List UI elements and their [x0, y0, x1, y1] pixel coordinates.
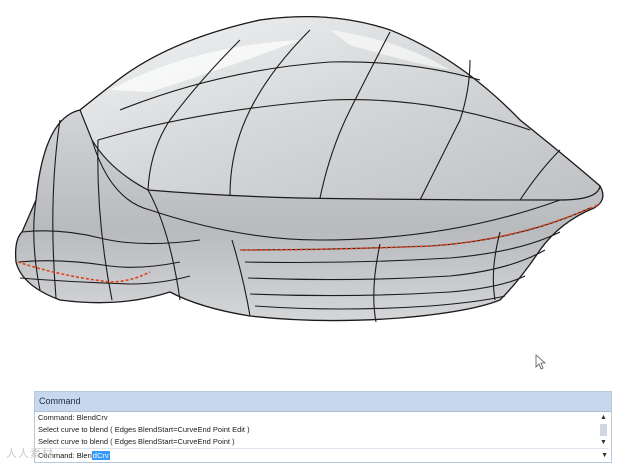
command-panel: Command Command: BlendCrv Select curve t… — [34, 391, 612, 463]
command-scrollbar[interactable]: ▲ ▼ — [598, 412, 609, 448]
scroll-up-icon[interactable]: ▲ — [598, 412, 609, 423]
scroll-thumb[interactable] — [600, 424, 607, 436]
surface-model[interactable] — [0, 0, 640, 388]
3d-viewport[interactable] — [0, 0, 640, 388]
command-input[interactable]: Command: BlendCrv ▼ — [38, 448, 609, 462]
chevron-down-icon[interactable]: ▼ — [601, 449, 608, 462]
mouse-cursor-icon — [535, 354, 547, 370]
command-history: Command: BlendCrv Select curve to blend … — [38, 412, 594, 448]
history-line: Command: BlendCrv — [38, 413, 108, 422]
history-line: Select curve to blend ( Edges BlendStart… — [38, 437, 235, 446]
command-input-selection: dCrv — [91, 451, 110, 460]
command-panel-title: Command — [35, 392, 611, 412]
model-top-shell — [79, 16, 601, 201]
scroll-down-icon[interactable]: ▼ — [598, 437, 609, 448]
watermark: 人人素材 — [6, 448, 54, 460]
history-line: Select curve to blend ( Edges BlendStart… — [38, 425, 250, 434]
